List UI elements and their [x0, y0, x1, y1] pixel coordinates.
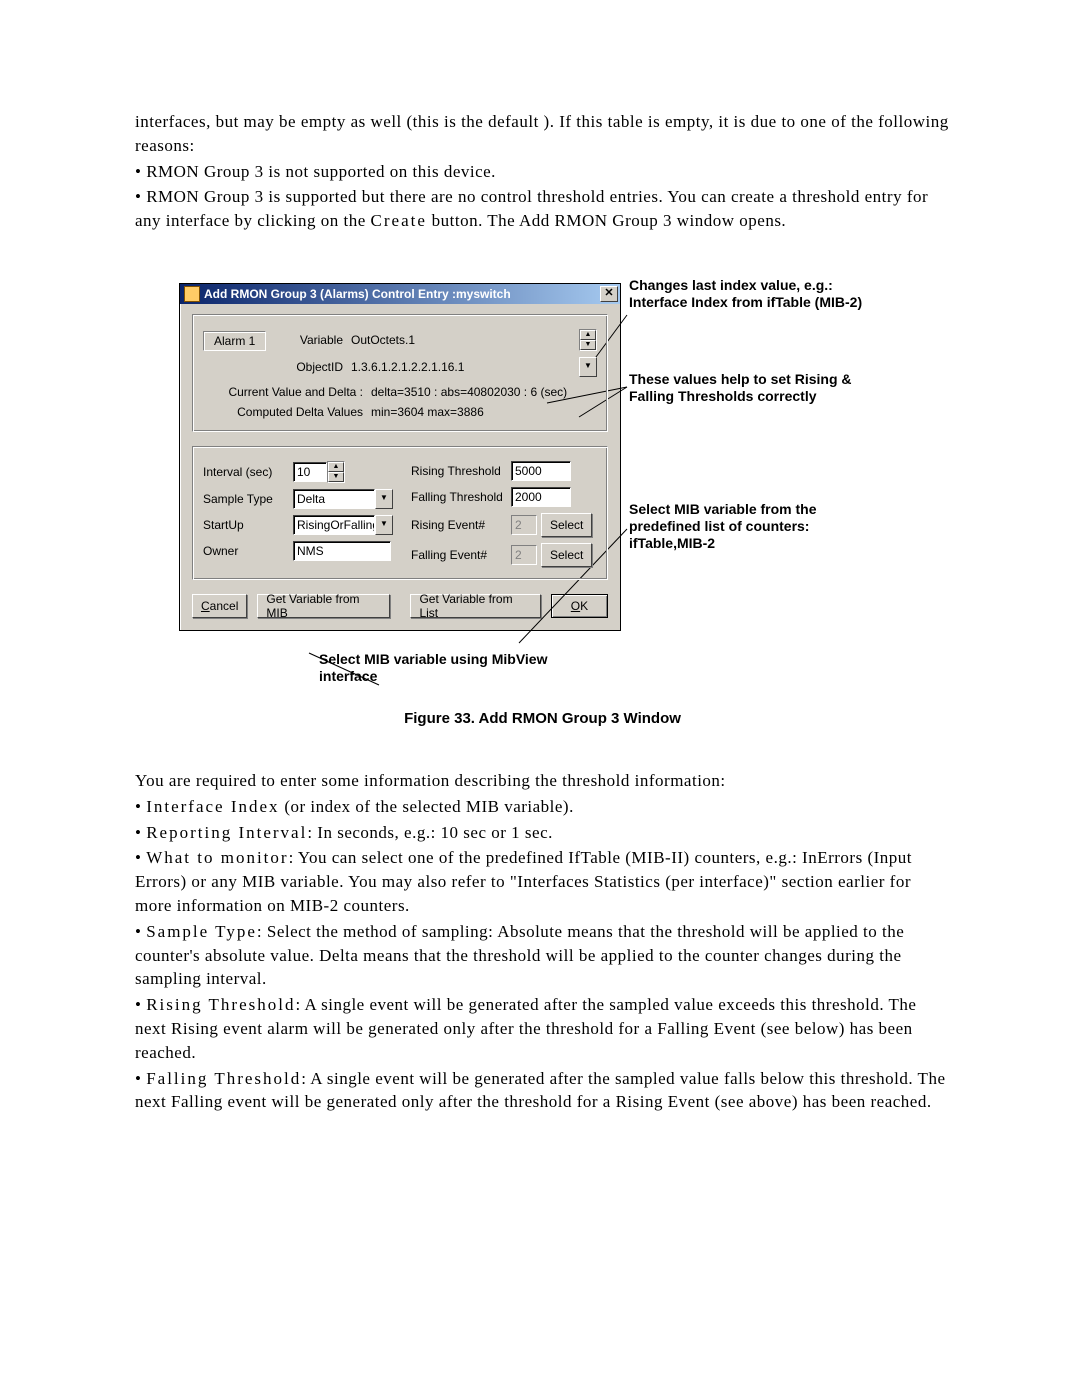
- input-falling-ev: 2: [511, 545, 537, 565]
- interval-spin[interactable]: [327, 461, 345, 483]
- objectid-dropdown-icon[interactable]: [579, 357, 597, 377]
- val-cvd: delta=3510 : abs=40802030 : 6 (sec): [371, 385, 567, 399]
- select-startup[interactable]: RisingOrFalling: [293, 515, 375, 535]
- startup-dropdown-icon[interactable]: [375, 515, 393, 535]
- input-interval[interactable]: 10: [293, 462, 327, 482]
- lbl-sampletype: Sample Type: [203, 492, 293, 506]
- lower-bullet: • What to monitor: You can select one of…: [135, 846, 950, 917]
- dialog-add-rmon: Add RMON Group 3 (Alarms) Control Entry …: [179, 283, 621, 631]
- intro-bullet1: • RMON Group 3 is not supported on this …: [135, 160, 950, 184]
- window-title: Add RMON Group 3 (Alarms) Control Entry …: [204, 287, 600, 301]
- lbl-cvd: Current Value and Delta :: [203, 385, 363, 399]
- lbl-falling-th: Falling Threshold: [411, 490, 511, 504]
- variable-spin[interactable]: [579, 329, 597, 351]
- lbl-interval: Interval (sec): [203, 465, 293, 479]
- group-params: Interval (sec) 10 Sample Type Delta: [192, 446, 608, 580]
- lbl-rising-th: Rising Threshold: [411, 464, 511, 478]
- figure-caption: Figure 33. Add RMON Group 3 Window: [243, 710, 843, 727]
- input-rising-ev: 2: [511, 515, 537, 535]
- get-variable-from-list-button[interactable]: Get Variable from List: [410, 594, 540, 618]
- cancel-button[interactable]: Cancel: [192, 594, 247, 618]
- lbl-cdv: Computed Delta Values: [203, 405, 363, 419]
- titlebar: Add RMON Group 3 (Alarms) Control Entry …: [180, 284, 620, 304]
- val-variable: OutOctets.1: [351, 333, 579, 347]
- intro-line1: interfaces, but may be empty as well (th…: [135, 110, 950, 158]
- intro-bullet2: • RMON Group 3 is supported but there ar…: [135, 185, 950, 233]
- select-rising-button[interactable]: Select: [541, 513, 592, 537]
- lower-bullet: • Interface Index (or index of the selec…: [135, 795, 950, 819]
- group-variable: Alarm 1 Variable OutOctets.1 ObjectID: [192, 314, 608, 432]
- app-icon: [184, 286, 200, 302]
- sampletype-dropdown-icon[interactable]: [375, 489, 393, 509]
- val-objectid: 1.3.6.1.2.1.2.2.1.16.1: [351, 360, 579, 374]
- input-owner[interactable]: NMS: [293, 541, 391, 561]
- lower-bullet: • Sample Type: Select the method of samp…: [135, 920, 950, 991]
- annot-list: Select MIB variable from the predefined …: [629, 501, 869, 551]
- lbl-owner: Owner: [203, 544, 293, 558]
- lbl-objectid: ObjectID: [281, 360, 343, 374]
- lbl-startup: StartUp: [203, 518, 293, 532]
- lower-bullet: • Reporting Interval: In seconds, e.g.: …: [135, 821, 950, 845]
- val-cdv: min=3604 max=3886: [371, 405, 484, 419]
- annot-index: Changes last index value, e.g.: Interfac…: [629, 277, 869, 311]
- lower-bullet: • Rising Threshold: A single event will …: [135, 993, 950, 1064]
- input-falling-th[interactable]: 2000: [511, 487, 571, 507]
- annot-mibview: Select MIB variable using MibView interf…: [319, 651, 579, 686]
- ok-button[interactable]: OK: [551, 594, 608, 618]
- annot-thresholds: These values help to set Rising & Fallin…: [629, 371, 869, 405]
- alarm-legend: Alarm 1: [203, 331, 266, 351]
- lbl-variable: Variable: [281, 333, 343, 347]
- close-icon[interactable]: ✕: [600, 286, 618, 302]
- lbl-falling-ev: Falling Event#: [411, 548, 511, 562]
- select-falling-button[interactable]: Select: [541, 543, 592, 567]
- intro-block: interfaces, but may be empty as well (th…: [135, 110, 950, 233]
- input-rising-th[interactable]: 5000: [511, 461, 571, 481]
- select-sampletype[interactable]: Delta: [293, 489, 375, 509]
- lower-bullet: • Falling Threshold: A single event will…: [135, 1067, 950, 1115]
- lower-lead: You are required to enter some informati…: [135, 769, 950, 793]
- lower-block: You are required to enter some informati…: [135, 769, 950, 1114]
- get-variable-from-mib-button[interactable]: Get Variable from MIB: [257, 594, 390, 618]
- lbl-rising-ev: Rising Event#: [411, 518, 511, 532]
